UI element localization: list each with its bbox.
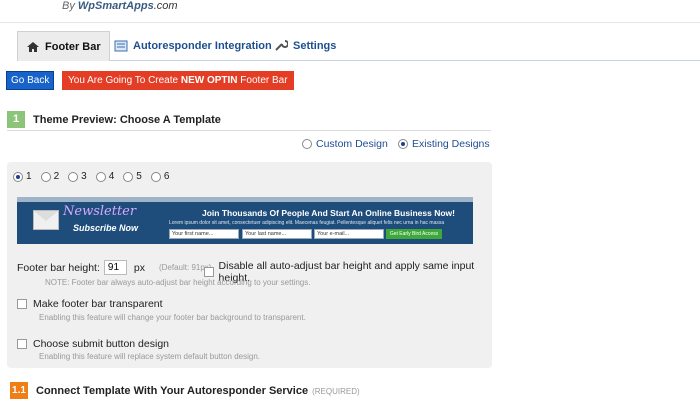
home-icon — [27, 41, 39, 52]
option-label: Existing Designs — [412, 138, 490, 150]
transparent-description: Enabling this feature will change your f… — [39, 313, 306, 322]
template-panel: 1 2 3 4 5 6 Newsletter Subscribe Now Joi… — [7, 162, 492, 368]
badge-title: Newsletter — [63, 204, 137, 219]
newsletter-badge: Newsletter Subscribe Now — [33, 204, 163, 242]
submit-design-label: Choose submit button design — [33, 338, 170, 350]
step-title: Connect Template With Your Autoresponder… — [36, 385, 360, 397]
notice-bold: NEW OPTIN — [180, 75, 238, 86]
step-number: 1.1 — [10, 382, 28, 399]
brand-domain: .com — [153, 0, 178, 12]
template-number: 1 — [26, 171, 32, 182]
option-label: Custom Design — [316, 138, 388, 150]
preview-body-text: Lorem ipsum dolor sit amet, consectetuer… — [169, 220, 445, 226]
radio-button[interactable] — [398, 139, 408, 149]
badge-subtitle: Subscribe Now — [73, 223, 139, 233]
notice-suffix: Footer Bar — [237, 75, 288, 86]
radio-button[interactable] — [123, 171, 134, 182]
template-number: 3 — [81, 171, 87, 182]
envelope-icon — [33, 210, 59, 230]
step-theme-preview: 1 Theme Preview: Choose A Template — [7, 111, 221, 128]
required-badge: (REQUIRED) — [312, 386, 360, 396]
template-selector: 1 2 3 4 5 6 — [13, 171, 169, 182]
go-back-button[interactable]: Go Back — [6, 71, 55, 90]
footer-height-input[interactable] — [103, 260, 127, 275]
footer-height-row: Footer bar height: px (Default: 91px) — [17, 260, 211, 275]
template-option-3[interactable]: 3 — [68, 171, 87, 182]
footer-height-unit: px — [133, 261, 145, 274]
tab-footer-bar[interactable]: Footer Bar — [17, 31, 110, 61]
tab-label: Autoresponder Integration — [133, 40, 272, 52]
template-option-6[interactable]: 6 — [150, 171, 170, 182]
radio-button[interactable] — [13, 171, 23, 182]
radio-button[interactable] — [302, 139, 312, 149]
form-icon — [114, 40, 128, 52]
preview-headline: Join Thousands Of People And Start An On… — [202, 208, 455, 218]
step-connect-autoresponder: 1.1 Connect Template With Your Autorespo… — [10, 382, 360, 399]
step-title-text: Connect Template With Your Autoresponder… — [36, 384, 309, 397]
notice-prefix: You Are Going To Create — [68, 75, 181, 86]
footer-bar-preview: Newsletter Subscribe Now Join Thousands … — [17, 197, 473, 244]
transparent-label: Make footer bar transparent — [33, 298, 163, 310]
existing-designs-option[interactable]: Existing Designs — [398, 138, 490, 150]
section-divider — [7, 130, 491, 131]
template-option-4[interactable]: 4 — [95, 171, 115, 182]
template-option-1[interactable]: 1 — [13, 171, 32, 182]
tab-autoresponder-integration[interactable]: Autoresponder Integration — [114, 31, 272, 61]
submit-design-description: Enabling this feature will replace syste… — [39, 352, 261, 361]
disable-auto-adjust-checkbox[interactable] — [204, 267, 214, 277]
brand-tagline: By WpSmartApps.com — [62, 0, 178, 12]
tab-bar: Footer Bar Autoresponder Integration Set… — [17, 31, 700, 61]
radio-button[interactable] — [40, 171, 51, 182]
custom-design-option[interactable]: Custom Design — [302, 138, 388, 150]
template-number: 2 — [53, 171, 60, 182]
template-number: 6 — [163, 171, 170, 182]
footer-height-label: Footer bar height: — [17, 261, 100, 274]
preview-email-field: Your e-mail... — [314, 229, 384, 239]
template-option-5[interactable]: 5 — [123, 171, 142, 182]
radio-button[interactable] — [95, 171, 106, 182]
step-title: Theme Preview: Choose A Template — [33, 113, 221, 126]
template-number: 4 — [108, 171, 115, 182]
create-optin-notice: You Are Going To Create NEW OPTIN Footer… — [62, 71, 294, 90]
brand-name: WpSmartApps — [77, 0, 154, 12]
radio-button[interactable] — [68, 171, 79, 182]
brand-by: By — [62, 0, 75, 12]
wrench-icon — [275, 40, 288, 51]
tab-settings[interactable]: Settings — [274, 31, 336, 61]
transparent-option[interactable]: Make footer bar transparent — [17, 298, 163, 310]
preview-first-name-field: Your first name... — [169, 229, 239, 239]
preview-last-name-field: Your last name... — [242, 229, 312, 239]
footer-height-note: NOTE: Footer bar always auto-adjust bar … — [45, 278, 311, 287]
submit-design-checkbox[interactable] — [17, 339, 27, 349]
submit-design-option[interactable]: Choose submit button design — [17, 338, 169, 350]
template-option-2[interactable]: 2 — [40, 171, 60, 182]
top-divider — [0, 22, 700, 23]
transparent-checkbox[interactable] — [17, 299, 27, 309]
tab-label: Footer Bar — [45, 40, 101, 53]
step-number: 1 — [7, 111, 25, 128]
preview-submit-button: Get Early Bird Access — [386, 229, 442, 239]
radio-button[interactable] — [150, 171, 161, 182]
template-number: 5 — [136, 171, 142, 182]
tab-label: Settings — [293, 40, 337, 52]
